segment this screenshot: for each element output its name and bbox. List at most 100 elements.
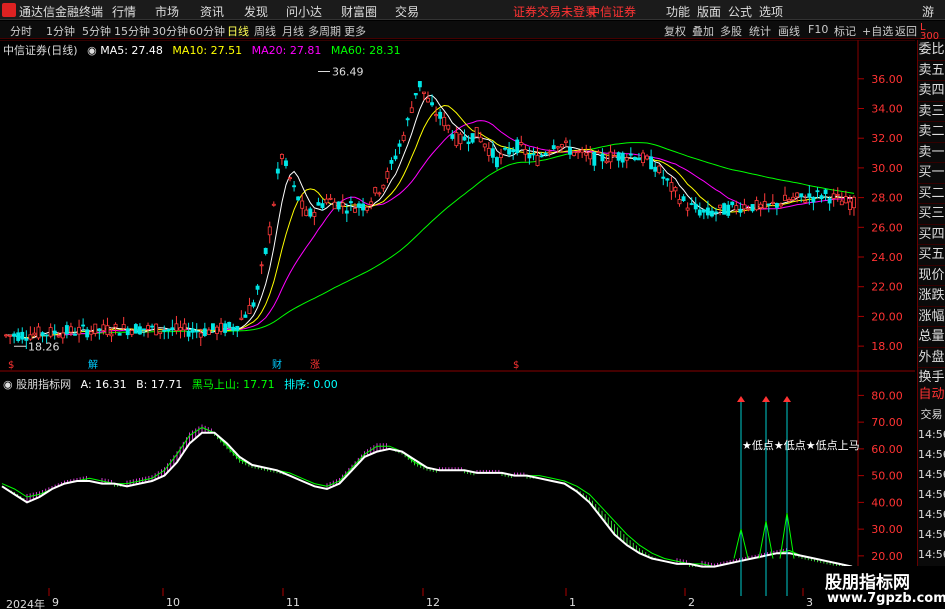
menu-item-trade[interactable]: 交易: [395, 3, 419, 20]
menu-item-quotes[interactable]: 行情: [112, 3, 136, 20]
candle-body: [397, 143, 402, 147]
menu-item-options[interactable]: 选项: [759, 3, 783, 20]
candle-body: [563, 140, 568, 143]
tool-overlay[interactable]: 叠加: [692, 23, 714, 39]
candle-body: [738, 208, 743, 213]
candle-body: [300, 200, 305, 209]
low-annotation: 18.26: [28, 340, 60, 353]
period-tab[interactable]: 周线: [254, 23, 276, 39]
candle-body: [304, 209, 309, 216]
quote-panel: 委比卖五卖四卖三卖二卖一买一买二买三买四买五现价涨跌涨幅总量外盘换手净资收益: [917, 40, 945, 430]
tool-mark[interactable]: 标记: [834, 23, 856, 39]
menu-item-wealth[interactable]: 财富圈: [341, 3, 377, 20]
date-label: 1: [569, 596, 576, 609]
period-tab[interactable]: 1分钟: [46, 23, 75, 39]
candle-body: [835, 194, 840, 196]
period-tab-active[interactable]: 日线: [227, 23, 249, 39]
quote-field-label: 买二: [918, 184, 945, 204]
candle-body: [450, 134, 455, 139]
auto-trade-label[interactable]: 自动: [918, 385, 945, 405]
quote-field-label: 买五: [918, 245, 945, 266]
candle-body: [85, 329, 90, 338]
menu-item-function[interactable]: 功能: [666, 3, 690, 20]
candle-body: [206, 329, 211, 335]
price-axis-label: 34.00: [871, 102, 903, 115]
candle-body: [377, 192, 382, 195]
candle-body: [405, 118, 410, 121]
period-tab[interactable]: 15分钟: [114, 23, 150, 39]
login-notice[interactable]: 证券交易未登录: [513, 3, 597, 20]
ma10-value: MA10: 27.51: [172, 44, 243, 57]
indicator-toggle-icon[interactable]: ◉: [3, 378, 13, 391]
quote-field-label: 卖四: [918, 81, 945, 102]
candle-body: [393, 155, 398, 160]
candle-body: [97, 328, 102, 332]
price-axis-label: 18.00: [871, 340, 903, 353]
trade-time: 14:56: [918, 528, 945, 541]
period-tab[interactable]: 60分钟: [189, 23, 225, 39]
tool-add-favorite[interactable]: +自选: [862, 23, 893, 39]
tool-draw-line[interactable]: 画线: [778, 23, 800, 39]
candle-body: [847, 201, 852, 210]
period-tab-more[interactable]: 更多: [344, 23, 366, 39]
candle-body: [56, 335, 61, 338]
candle-body: [604, 160, 609, 164]
candle-body: [125, 328, 130, 336]
candle-body: [16, 332, 21, 341]
app-logo-icon: [2, 3, 16, 17]
candle-body: [284, 160, 288, 166]
signal-arrow-up-icon: [783, 396, 791, 403]
candle-body: [742, 204, 747, 210]
candle-body: [791, 196, 796, 201]
candle-body: [783, 194, 787, 201]
tool-restore-rights[interactable]: 复权: [664, 23, 686, 39]
candle-body: [182, 323, 187, 331]
candle-body: [117, 333, 122, 336]
candle-body: [389, 160, 394, 164]
candle-body: [288, 177, 292, 180]
tool-f10[interactable]: F10: [808, 23, 828, 36]
candle-body: [795, 192, 800, 198]
candle-body: [40, 332, 45, 336]
main-legend: 中信证券(日线) ◉ MA5: 27.48 MA10: 27.51 MA20: …: [3, 42, 407, 58]
price-axis-label: 26.00: [871, 221, 903, 234]
ma5-value: MA5: 27.48: [100, 44, 163, 57]
candle-body: [669, 182, 674, 192]
period-tab[interactable]: 分时: [10, 23, 32, 39]
trade-time: 14:56: [918, 428, 945, 441]
candle-body: [28, 334, 33, 340]
price-axis-label: 28.00: [871, 192, 903, 205]
menu-item-layout[interactable]: 版面: [697, 3, 721, 20]
menu-item-market[interactable]: 市场: [155, 3, 179, 20]
kline-chart[interactable]: 36.00 34.00 32.00 30.00 28.00 26.00 24.00 22.00…: [0, 40, 915, 596]
candle-body: [105, 325, 110, 336]
candle-body: [385, 171, 390, 179]
candle-body: [44, 334, 49, 337]
date-label: 11: [286, 596, 300, 609]
candle-body: [369, 201, 374, 205]
auto-trade-label[interactable]: 交易: [918, 405, 945, 425]
tool-multi-stock[interactable]: 多股: [720, 23, 742, 39]
candle-body: [555, 146, 560, 149]
tool-statistics[interactable]: 统计: [749, 23, 771, 39]
period-tab[interactable]: 月线: [282, 23, 304, 39]
tool-back[interactable]: 返回: [895, 23, 917, 39]
indicator-axis-label: 20.00: [871, 550, 903, 563]
period-tab[interactable]: 30分钟: [152, 23, 188, 39]
menu-item-ask[interactable]: 问小达: [286, 3, 322, 20]
candle-body: [535, 155, 540, 166]
candle-body: [32, 332, 37, 336]
period-tab[interactable]: 5分钟: [82, 23, 111, 39]
menu-item-discover[interactable]: 发现: [244, 3, 268, 20]
stock-name: 中信证券(日线): [3, 44, 78, 57]
price-axis-label: 22.00: [871, 281, 903, 294]
menu-item-news[interactable]: 资讯: [200, 3, 224, 20]
legend-toggle-icon[interactable]: ◉: [87, 44, 97, 57]
candle-body: [503, 147, 507, 150]
broker-name[interactable]: 中信证券: [588, 3, 636, 20]
candle-body: [559, 144, 564, 148]
app-title: 通达信金融终端: [19, 5, 104, 19]
period-tab[interactable]: 多周期: [308, 23, 341, 39]
quote-field-label: 买四: [918, 225, 945, 245]
menu-item-formula[interactable]: 公式: [728, 3, 752, 20]
